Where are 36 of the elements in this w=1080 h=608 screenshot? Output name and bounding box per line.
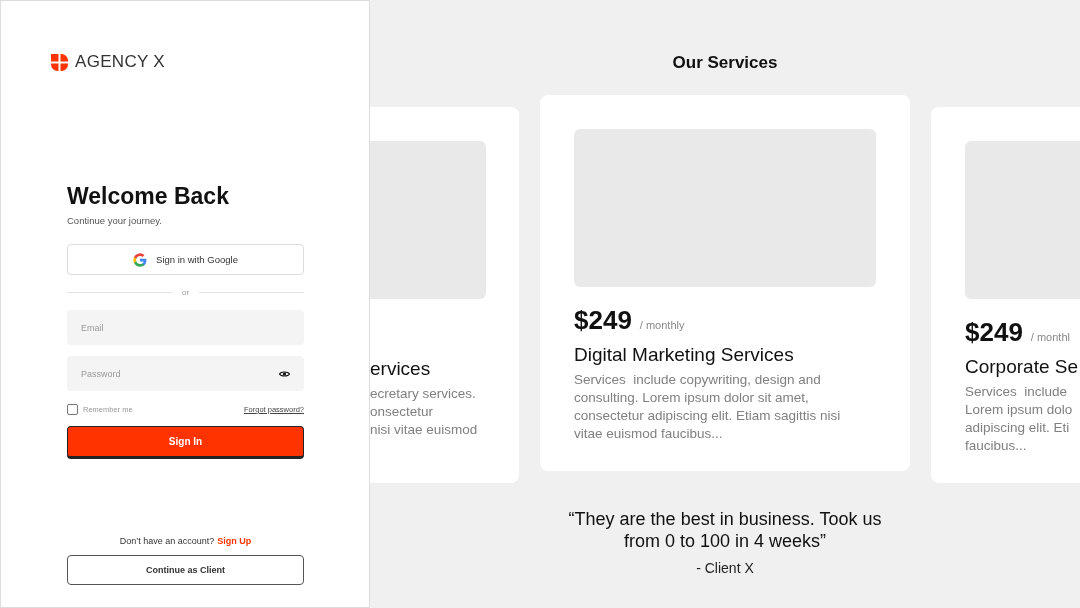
sign-up-link[interactable]: Sign Up: [217, 536, 252, 546]
description-line: Lorem ipsum dolo: [965, 401, 1074, 419]
description-line: adipiscing elit. Eti: [965, 419, 1071, 437]
description-line: Services include: [965, 383, 1069, 401]
heading: Welcome Back: [67, 183, 230, 210]
continue-as-client-button[interactable]: Continue as Client: [67, 555, 304, 585]
brand-name: AGENCY X: [75, 52, 165, 72]
description-line: nisi vitae euismod: [370, 421, 479, 439]
testimonial-author: - Client X: [696, 560, 754, 576]
price: $249: [574, 305, 632, 336]
remember-checkbox[interactable]: [67, 404, 78, 415]
description-line: vitae euismod faucibus...: [574, 425, 724, 443]
eye-icon[interactable]: [279, 370, 290, 378]
description-line: faucibus...: [965, 437, 1028, 455]
description-line: ecretary services.: [370, 385, 477, 403]
email-field[interactable]: Email: [67, 310, 304, 345]
google-signin-button[interactable]: Sign in with Google: [67, 244, 304, 275]
price-period: / monthl: [1030, 331, 1070, 343]
description-line: onsectetur: [370, 403, 435, 421]
service-name: Corporate Se: [965, 356, 1079, 378]
sign-in-button[interactable]: Sign In: [67, 426, 304, 459]
price-period: / monthly: [639, 319, 685, 331]
divider-label: or: [181, 288, 190, 297]
logo-icon: [51, 53, 68, 71]
service-name: Digital Marketing Services: [574, 344, 795, 366]
signup-prompt: Don’t have an account?: [119, 536, 215, 546]
subtitle: Continue your journey.: [67, 215, 163, 226]
section-title: Our Services: [672, 53, 778, 73]
description-line: consulting. Lorem ipsum dolor sit amet,: [574, 389, 810, 407]
service-name: ervices: [370, 358, 432, 380]
password-field[interactable]: Password: [67, 356, 304, 391]
google-icon: [133, 252, 148, 267]
testimonial-quote: “They are the best in business. Took us from 0 to 100 in 4 weeks”: [567, 508, 883, 552]
description-line: Services include copywriting, design and: [574, 371, 822, 389]
price: $249: [965, 317, 1023, 348]
description-line: consectetur adipiscing elit. Etiam sagittis nisi: [574, 407, 842, 425]
